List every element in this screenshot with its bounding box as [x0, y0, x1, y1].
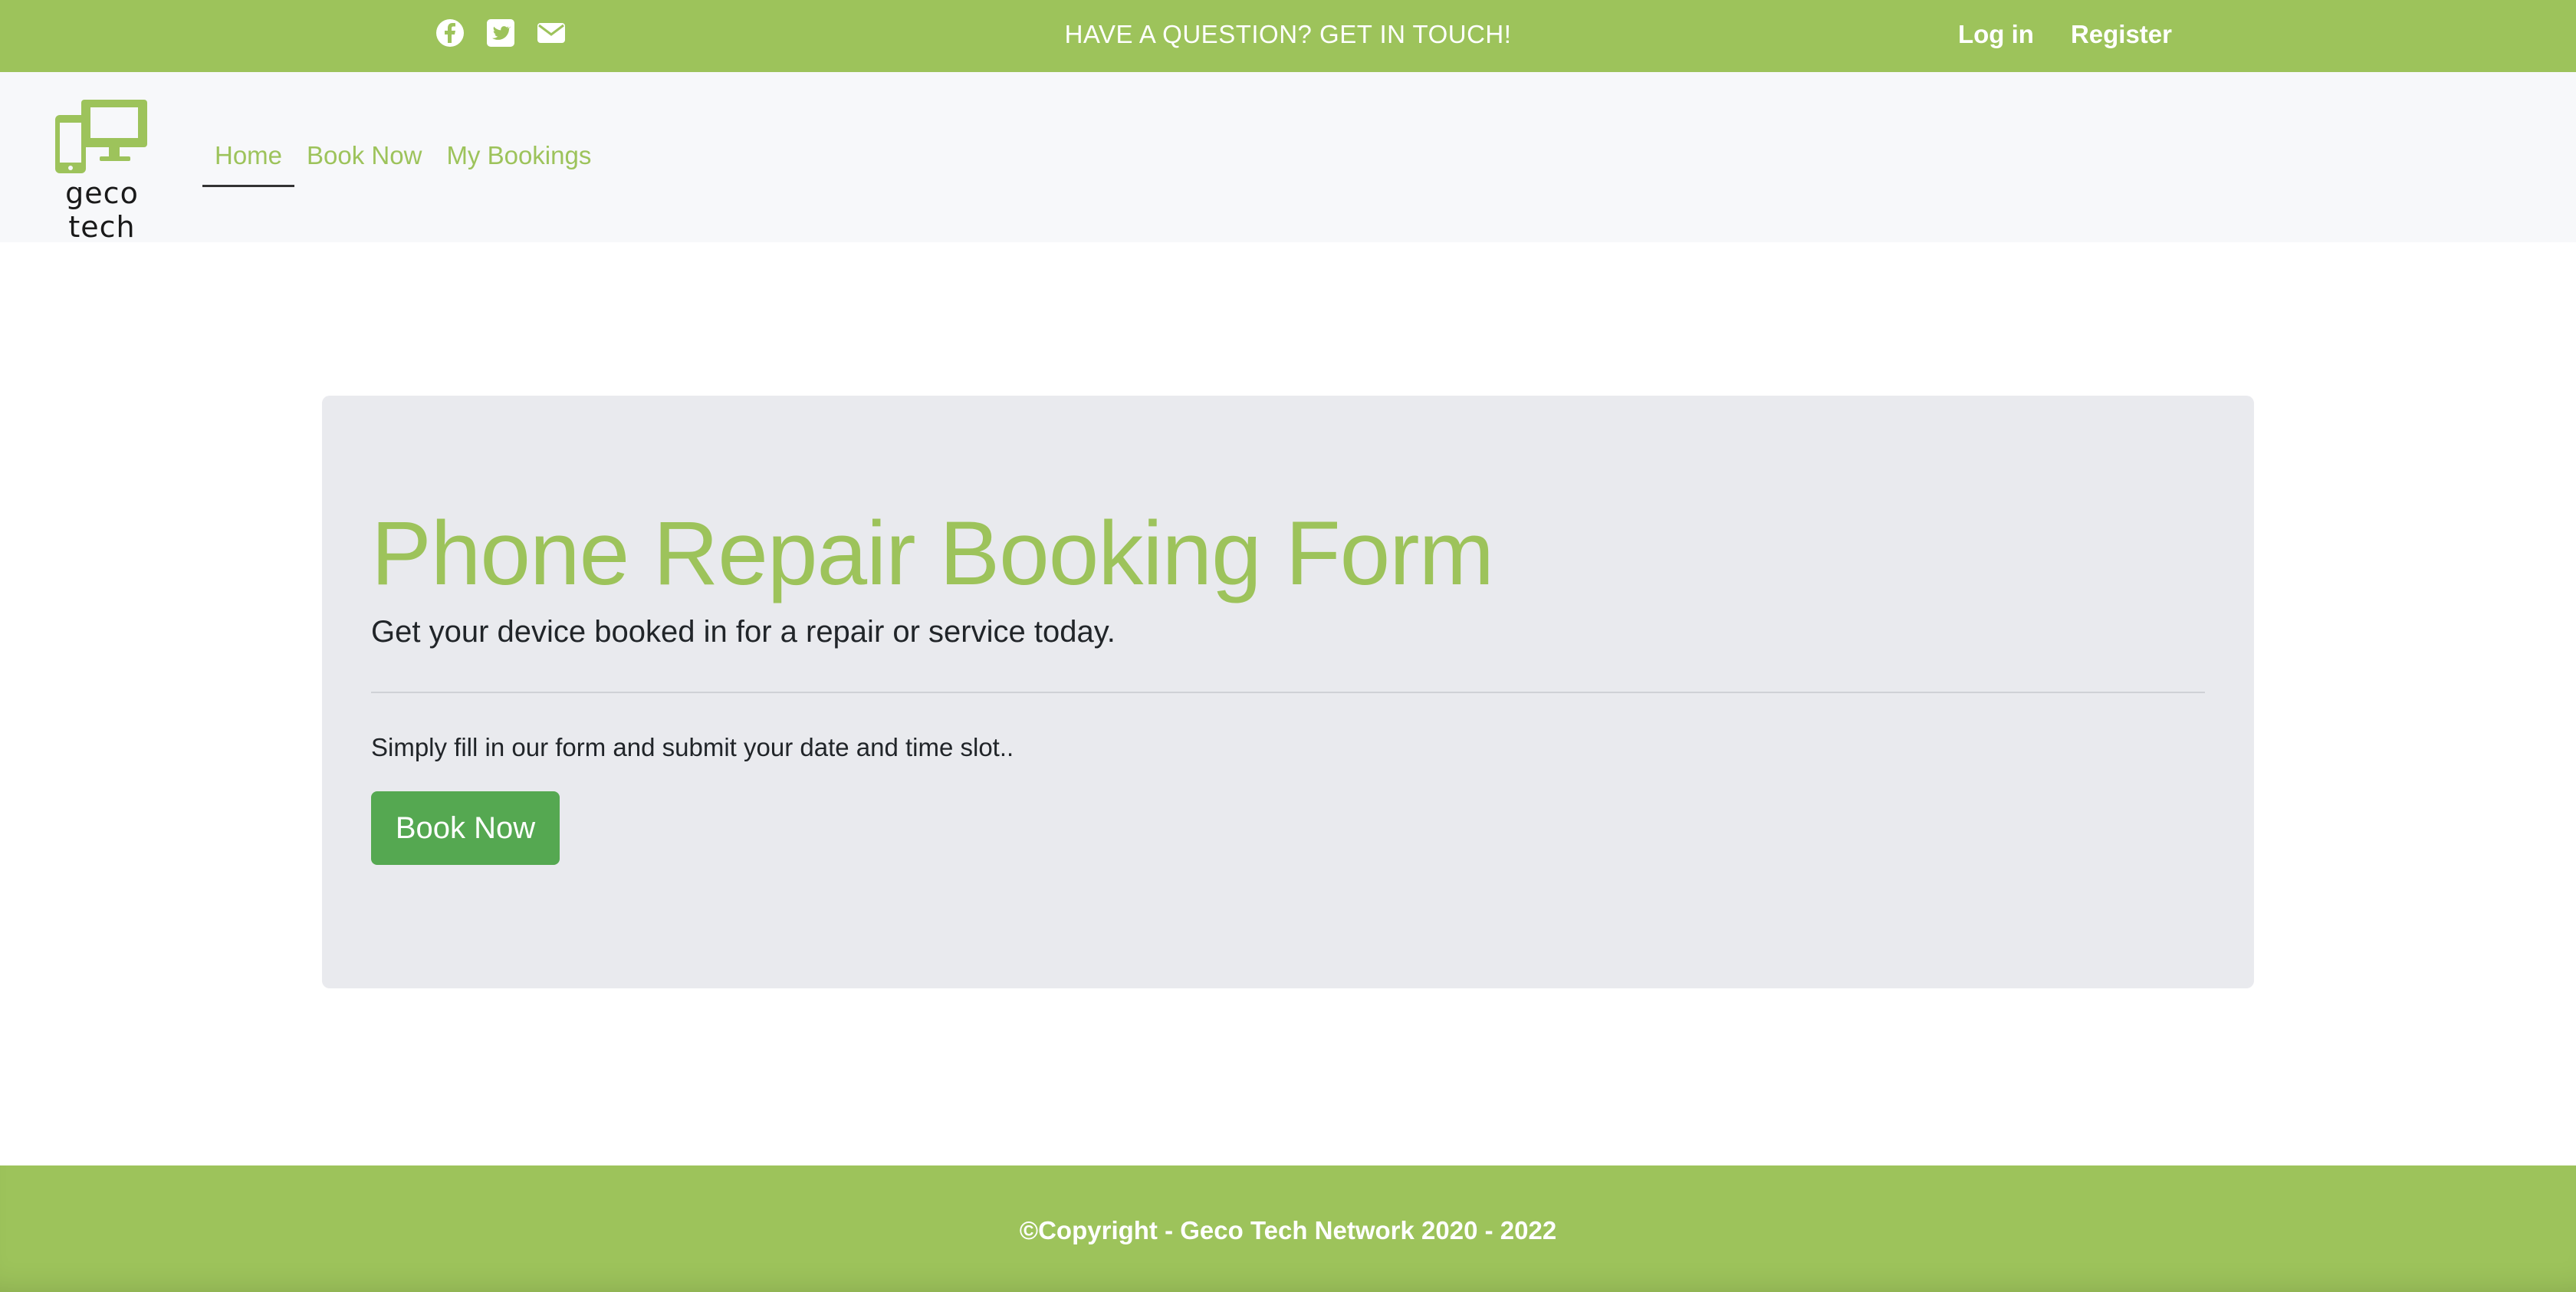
brand-logo[interactable]: geco tech: [31, 100, 173, 244]
contact-banner-text[interactable]: HAVE A QUESTION? GET IN TOUCH!: [0, 20, 2576, 49]
hero-lead-text: Get your device booked in for a repair o…: [371, 615, 1116, 649]
devices-logo-icon: [55, 100, 147, 173]
nav-my-bookings[interactable]: My Bookings: [434, 141, 603, 187]
top-bar: HAVE A QUESTION? GET IN TOUCH! Log in Re…: [0, 0, 2576, 72]
main-navbar: geco tech Home Book Now My Bookings: [0, 72, 2576, 244]
divider: [371, 692, 2205, 693]
nav-book-now[interactable]: Book Now: [294, 141, 434, 187]
hero-jumbotron: Phone Repair Booking Form Get your devic…: [322, 396, 2254, 988]
register-link[interactable]: Register: [2071, 20, 2172, 49]
page-title: Phone Repair Booking Form: [371, 503, 1494, 604]
logo-text: geco tech: [65, 176, 139, 244]
hero-subtext: Simply fill in our form and submit your …: [371, 733, 1014, 761]
login-link[interactable]: Log in: [1958, 20, 2034, 49]
book-now-button[interactable]: Book Now: [371, 791, 560, 865]
nav-links: Home Book Now My Bookings: [202, 141, 603, 187]
copyright-text: ©Copyright - Geco Tech Network 2020 - 20…: [1019, 1216, 1557, 1244]
nav-home[interactable]: Home: [202, 141, 295, 187]
footer: ©Copyright - Geco Tech Network 2020 - 20…: [0, 1165, 2576, 1292]
auth-links: Log in Register: [1958, 20, 2172, 49]
